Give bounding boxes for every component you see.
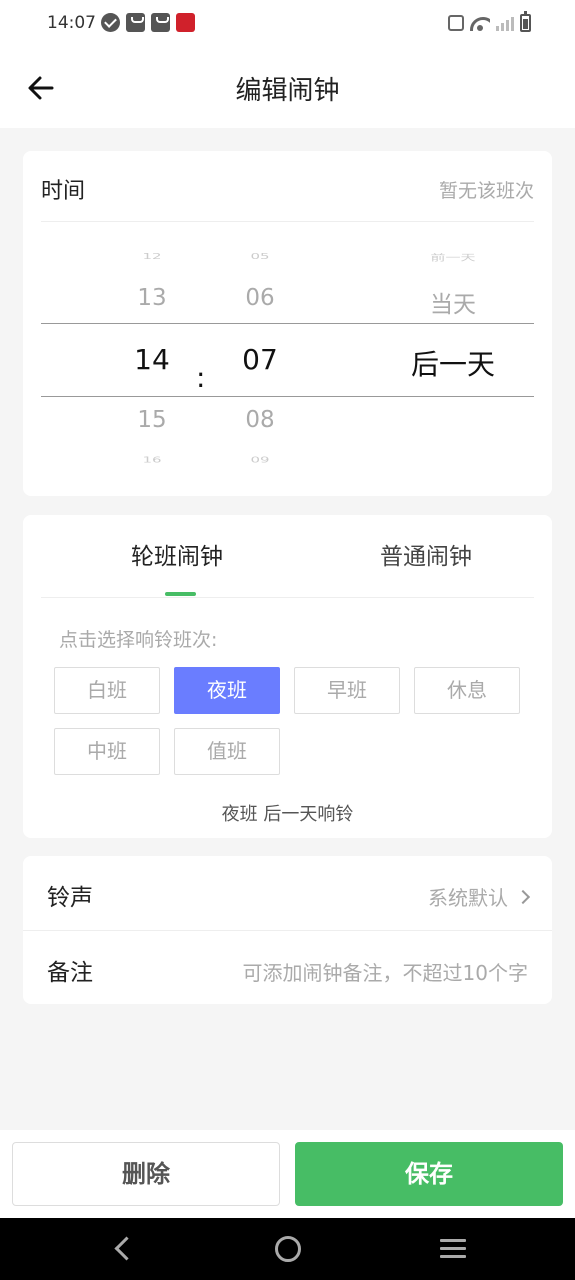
signal-icon	[496, 15, 514, 31]
hour-option[interactable]: 15	[97, 407, 207, 433]
time-hint: 暂无该班次	[438, 180, 534, 202]
status-bar: 14:07	[0, 0, 575, 48]
minute-option[interactable]: 08	[205, 407, 315, 433]
note-label: 备注	[47, 960, 93, 986]
ringtone-row[interactable]: 铃声 系统默认	[23, 856, 552, 931]
ringtone-value-text: 系统默认	[428, 886, 508, 910]
minute-option[interactable]: 06	[205, 285, 315, 311]
vibrate-icon	[448, 15, 464, 31]
hour-option[interactable]: 13	[97, 285, 207, 311]
notification-icons	[101, 13, 195, 32]
shift-card: 轮班闹钟 普通闹钟 点击选择响铃班次: 白班 夜班 早班 休息 中班 值班 夜班…	[23, 515, 552, 838]
note-input[interactable]: 可添加闹钟备注，不超过10个字	[243, 957, 528, 986]
hour-option[interactable]: 12	[97, 251, 207, 261]
status-indicators	[448, 11, 531, 32]
shift-prompt: 点击选择响铃班次:	[59, 629, 218, 651]
shopping-bag-notification-icon	[126, 13, 145, 32]
day-option-selected[interactable]: 后一天	[393, 343, 513, 383]
save-button[interactable]: 保存	[295, 1142, 563, 1206]
shift-chip-rest[interactable]: 休息	[414, 667, 520, 714]
settings-card: 铃声 系统默认 备注 可添加闹钟备注，不超过10个字	[23, 856, 552, 1004]
shift-chip-duty[interactable]: 值班	[174, 728, 280, 775]
shopping-bag-notification-icon	[151, 13, 170, 32]
chevron-right-icon	[515, 889, 531, 904]
divider	[41, 221, 534, 222]
header: 编辑闹钟	[0, 48, 575, 128]
page-title: 编辑闹钟	[235, 76, 340, 106]
shift-chip-early[interactable]: 早班	[294, 667, 400, 714]
minute-option[interactable]: 09	[205, 455, 315, 465]
time-card: 时间 暂无该班次 12 13 14 15 16 : 05 06 07 08 09…	[23, 151, 552, 496]
day-option[interactable]: 当天	[393, 285, 513, 319]
hour-option[interactable]: 16	[97, 455, 207, 465]
picker-top-line	[41, 323, 534, 324]
ringtone-label: 铃声	[47, 885, 93, 911]
tab-rotating-alarm[interactable]: 轮班闹钟	[131, 537, 223, 571]
ringtone-value: 系统默认	[428, 882, 531, 911]
status-time: 14:07	[47, 13, 96, 33]
minute-option[interactable]: 05	[205, 251, 315, 261]
wifi-icon	[470, 15, 490, 31]
shift-chip-middle[interactable]: 中班	[54, 728, 160, 775]
delete-button[interactable]: 删除	[12, 1142, 280, 1206]
system-nav-bar	[0, 1218, 575, 1280]
tab-normal-alarm[interactable]: 普通闹钟	[380, 537, 472, 571]
divider	[41, 597, 534, 598]
minute-option-selected[interactable]: 07	[205, 343, 315, 376]
nav-menu-icon[interactable]	[440, 1239, 466, 1259]
bottom-action-bar: 删除 保存	[0, 1130, 575, 1218]
battery-icon	[520, 11, 531, 32]
active-tab-indicator	[165, 592, 196, 596]
time-picker[interactable]: 12 13 14 15 16 : 05 06 07 08 09 前一天 当天 后…	[41, 241, 534, 471]
nav-home-icon[interactable]	[275, 1236, 301, 1262]
shift-chip-day[interactable]: 白班	[54, 667, 160, 714]
nav-back-icon[interactable]	[112, 1237, 134, 1259]
day-option[interactable]: 前一天	[393, 252, 513, 264]
app-notification-icon	[176, 13, 195, 32]
picker-bottom-line	[41, 396, 534, 397]
hour-option-selected[interactable]: 14	[97, 343, 207, 376]
check-notification-icon	[101, 13, 120, 32]
time-label: 时间	[41, 179, 86, 204]
note-row[interactable]: 备注 可添加闹钟备注，不超过10个字	[23, 931, 552, 1005]
shift-result-text: 夜班 后一天响铃	[221, 804, 354, 825]
shift-chip-night[interactable]: 夜班	[174, 667, 280, 714]
